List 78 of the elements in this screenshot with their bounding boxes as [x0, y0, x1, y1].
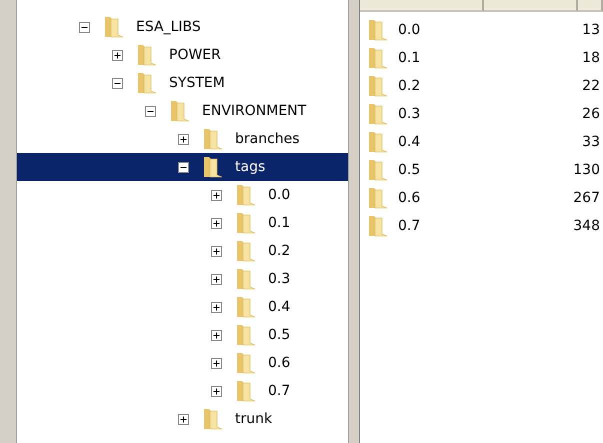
- expand-icon[interactable]: [178, 134, 189, 144]
- folder-icon: [234, 379, 256, 403]
- expand-icon[interactable]: [211, 190, 222, 200]
- tree-item[interactable]: branches: [17, 125, 348, 153]
- folder-icon: [366, 130, 388, 154]
- folder-icon: [234, 295, 256, 319]
- collapse-icon[interactable]: [79, 22, 90, 32]
- expand-icon[interactable]: [211, 358, 222, 368]
- folder-name: 0.5: [398, 162, 420, 178]
- folder-name: 0.2: [398, 78, 420, 94]
- expand-icon[interactable]: [211, 274, 222, 284]
- tree-item[interactable]: 0.7: [17, 377, 348, 405]
- folder-icon: [168, 99, 190, 123]
- collapse-icon[interactable]: [112, 78, 123, 88]
- folder-icon: [234, 351, 256, 375]
- folder-icon: [366, 158, 388, 182]
- tree-item[interactable]: 0.0: [17, 181, 348, 209]
- revision-count: 18: [582, 50, 600, 66]
- tree-item[interactable]: ESA_LIBS: [17, 13, 348, 41]
- tree-item[interactable]: SYSTEM: [17, 69, 348, 97]
- tree-item[interactable]: 0.2: [17, 237, 348, 265]
- list-row[interactable]: 0.4 33: [360, 128, 603, 156]
- folder-icon: [201, 155, 223, 179]
- revision-count: 26: [582, 106, 600, 122]
- folder-name: 0.0: [398, 22, 420, 38]
- folder-name: 0.4: [398, 134, 420, 150]
- tree-item[interactable]: 0.6: [17, 349, 348, 377]
- folder-name: 0.1: [398, 50, 420, 66]
- folder-icon: [366, 214, 388, 238]
- tree-item[interactable]: tags: [17, 153, 348, 181]
- list-row[interactable]: 0.7 348: [360, 212, 603, 240]
- revision-count: 267: [573, 190, 600, 206]
- expand-icon[interactable]: [211, 246, 222, 256]
- revision-count: 13: [582, 22, 600, 38]
- folder-icon: [366, 186, 388, 210]
- folder-icon: [234, 211, 256, 235]
- tree-item[interactable]: 0.5: [17, 321, 348, 349]
- folder-icon: [201, 407, 223, 431]
- expand-icon[interactable]: [211, 386, 222, 396]
- list-row[interactable]: 0.1 18: [360, 44, 603, 72]
- collapse-icon[interactable]: [145, 106, 156, 116]
- list-row[interactable]: 0.3 26: [360, 100, 603, 128]
- revision-count: 130: [573, 162, 600, 178]
- folder-icon: [102, 15, 124, 39]
- folder-icon: [234, 239, 256, 263]
- list-row[interactable]: 0.2 22: [360, 72, 603, 100]
- revision-count: 348: [573, 218, 600, 234]
- folder-icon: [366, 18, 388, 42]
- tree-item[interactable]: 0.1: [17, 209, 348, 237]
- list-row[interactable]: 0.0 13: [360, 16, 603, 44]
- folder-icon: [234, 267, 256, 291]
- revision-count: 33: [582, 134, 600, 150]
- splitter-bar[interactable]: [348, 0, 360, 443]
- folder-icon: [234, 323, 256, 347]
- expand-icon[interactable]: [211, 330, 222, 340]
- folder-icon: [135, 71, 157, 95]
- folder-name: 0.6: [398, 190, 420, 206]
- folder-icon: [234, 183, 256, 207]
- list-row[interactable]: 0.5 130: [360, 156, 603, 184]
- folder-name: 0.7: [398, 218, 420, 234]
- list-row[interactable]: 0.6 267: [360, 184, 603, 212]
- folder-icon: [366, 74, 388, 98]
- tree-item[interactable]: 0.4: [17, 293, 348, 321]
- collapse-icon[interactable]: [178, 162, 189, 172]
- tree-item[interactable]: trunk: [17, 405, 348, 433]
- folder-icon: [366, 46, 388, 70]
- expand-icon[interactable]: [112, 50, 123, 60]
- expand-icon[interactable]: [211, 218, 222, 228]
- tree-item[interactable]: 0.3: [17, 265, 348, 293]
- revision-count: 22: [582, 78, 600, 94]
- expand-icon[interactable]: [211, 302, 222, 312]
- expand-icon[interactable]: [178, 414, 189, 424]
- folder-icon: [201, 127, 223, 151]
- tree-item[interactable]: ENVIRONMENT: [17, 97, 348, 125]
- folder-name: 0.3: [398, 106, 420, 122]
- tree-item[interactable]: POWER: [17, 41, 348, 69]
- folder-icon: [366, 102, 388, 126]
- folder-icon: [135, 43, 157, 67]
